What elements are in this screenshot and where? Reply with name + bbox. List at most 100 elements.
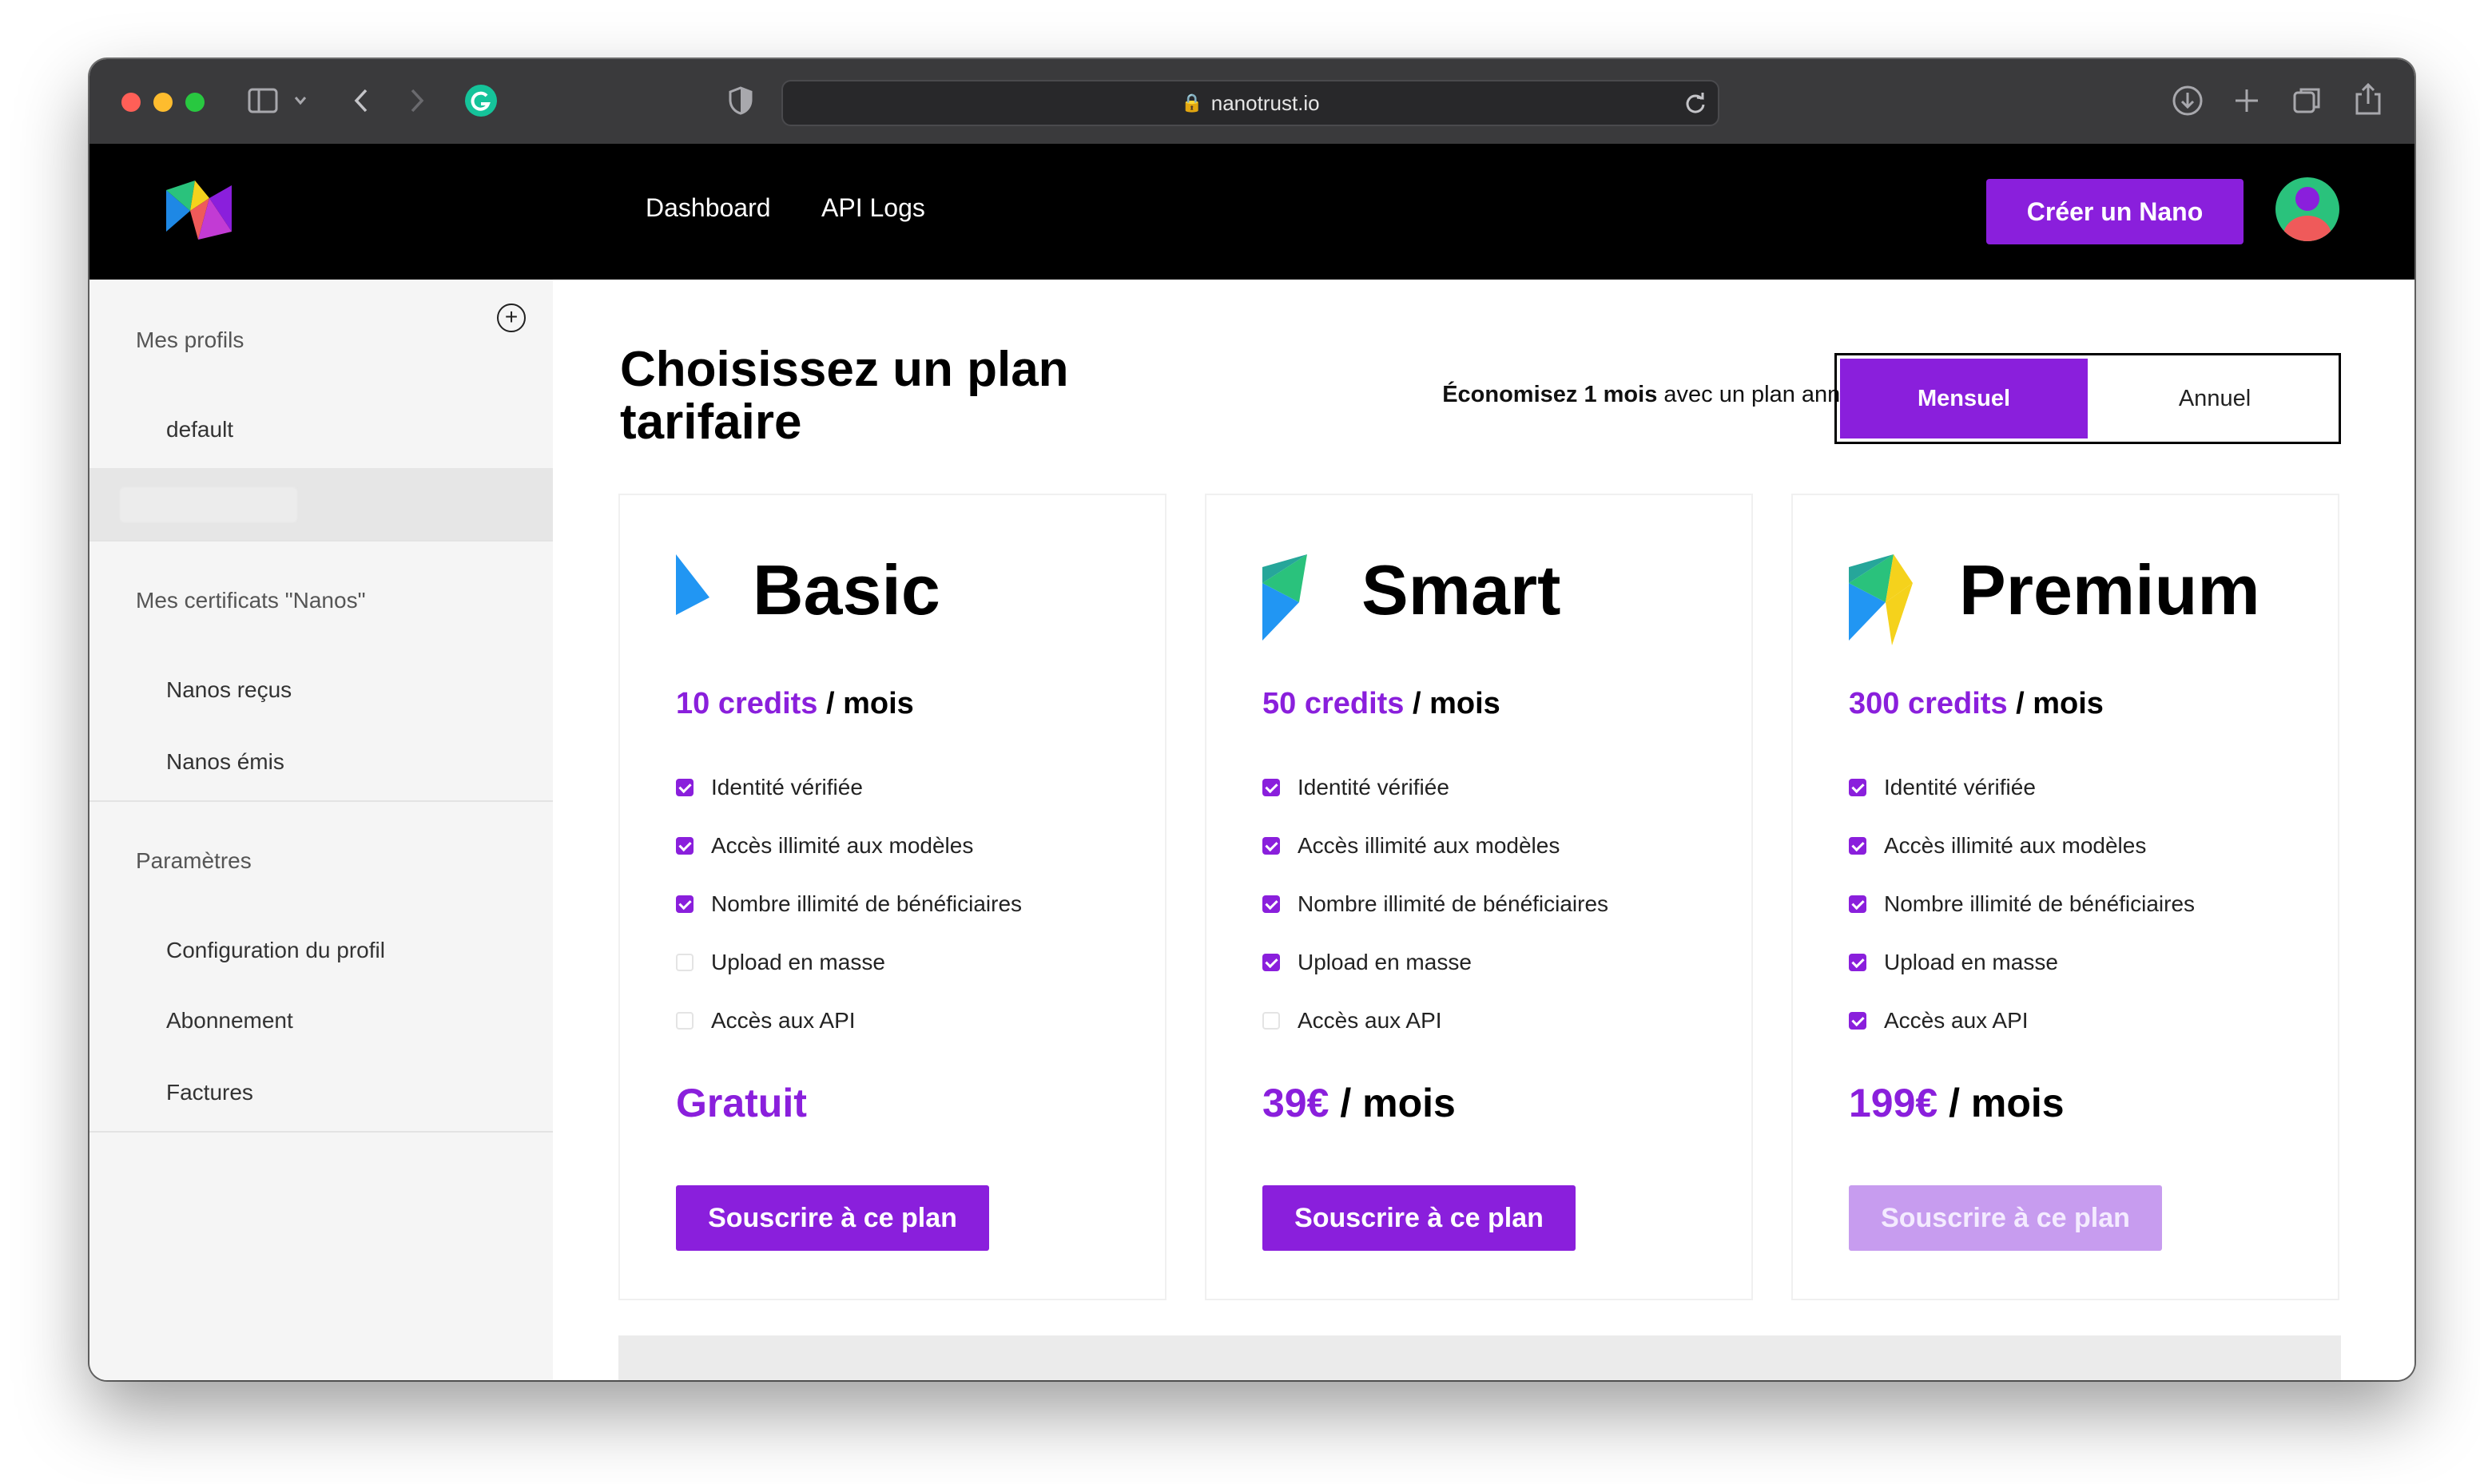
bottom-section-edge: [618, 1335, 2341, 1380]
feature-item: Identité vérifiée: [676, 775, 863, 800]
savings-bold: Économisez 1 mois: [1442, 382, 1658, 407]
plan-price: 199€ / mois: [1849, 1080, 2065, 1126]
avatar-head: [2295, 187, 2319, 211]
feature-label: Accès aux API: [711, 1008, 856, 1033]
toggle-yearly[interactable]: Annuel: [2091, 359, 2339, 438]
lock-icon: 🔒: [1181, 93, 1203, 113]
plan-card-premium: Premium 300 credits / mois Identité véri…: [1791, 494, 2339, 1300]
checked-checkbox-icon: [1849, 895, 1866, 913]
smart-plan-icon: [1262, 554, 1307, 641]
feature-label: Upload en masse: [711, 950, 885, 974]
checked-checkbox-icon: [1849, 837, 1866, 855]
nanotrust-logo[interactable]: [163, 176, 235, 243]
feature-label: Accès aux API: [1884, 1008, 2029, 1033]
sidebar-section-settings: Paramètres: [136, 848, 252, 873]
feature-item: Upload en masse: [1262, 950, 1472, 975]
browser-window: 🔒 nanotrust.io Dashboard API Logs Créer …: [89, 59, 2414, 1380]
credits-amount: 10 credits: [676, 687, 818, 720]
sidebar-item-profile-config[interactable]: Configuration du profil: [166, 938, 385, 963]
feature-item: Accès aux API: [676, 1008, 856, 1034]
sidebar-section-certificates: Mes certificats "Nanos": [136, 588, 366, 613]
feature-label: Identité vérifiée: [1298, 775, 1449, 800]
feature-item: Accès aux API: [1849, 1008, 2029, 1034]
feature-item: Upload en masse: [1849, 950, 2058, 975]
feature-item: Accès illimité aux modèles: [1849, 833, 2146, 859]
basic-plan-icon: [676, 554, 709, 615]
chevron-down-icon[interactable]: [294, 96, 307, 105]
nav-dashboard[interactable]: Dashboard: [646, 193, 771, 223]
shield-icon[interactable]: [729, 86, 753, 115]
feature-label: Accès illimité aux modèles: [711, 833, 974, 858]
price-amount: Gratuit: [676, 1081, 807, 1125]
checked-checkbox-icon: [1262, 895, 1280, 913]
reload-icon[interactable]: [1684, 92, 1707, 114]
plan-name: Basic: [753, 550, 940, 629]
plan-card-smart: Smart 50 credits / mois Identité vérifié…: [1205, 494, 1753, 1300]
sidebar-item-subscription[interactable]: Abonnement: [166, 1008, 293, 1034]
credits-per: / mois: [1404, 687, 1500, 720]
zoom-window-button[interactable]: [185, 93, 205, 112]
minimize-window-button[interactable]: [153, 93, 173, 112]
divider: [89, 540, 553, 542]
billing-toggle: Mensuel Annuel: [1834, 353, 2341, 444]
feature-item: Nombre illimité de bénéficiaires: [676, 891, 1022, 917]
price-suffix: / mois: [1938, 1081, 2065, 1125]
subscribe-button-smart[interactable]: Souscrire à ce plan: [1262, 1185, 1576, 1251]
feature-label: Accès illimité aux modèles: [1884, 833, 2147, 858]
plan-credits: 50 credits / mois: [1262, 687, 1500, 721]
feature-item: Accès illimité aux modèles: [1262, 833, 1560, 859]
forward-icon[interactable]: [409, 88, 425, 113]
feature-label: Identité vérifiée: [1884, 775, 2036, 800]
subscribe-button-basic[interactable]: Souscrire à ce plan: [676, 1185, 989, 1251]
close-window-button[interactable]: [121, 93, 141, 112]
sidebar-item-nanos-received[interactable]: Nanos reçus: [166, 677, 292, 703]
nav-api-logs[interactable]: API Logs: [821, 193, 925, 223]
sidebar: Mes profils + default Mes certificats "N…: [89, 280, 553, 1380]
sidebar-item-selected-profile[interactable]: [89, 468, 553, 540]
create-nano-button[interactable]: Créer un Nano: [1986, 179, 2244, 244]
new-tab-icon[interactable]: [2232, 86, 2261, 115]
feature-label: Upload en masse: [1884, 950, 2058, 974]
feature-label: Accès aux API: [1298, 1008, 1442, 1033]
checked-checkbox-icon: [676, 837, 694, 855]
blurred-profile-name: [120, 487, 297, 522]
sidebar-item-invoices[interactable]: Factures: [166, 1080, 253, 1105]
unchecked-checkbox-icon: [676, 1012, 694, 1030]
price-amount: 199€: [1849, 1081, 1938, 1125]
sidebar-section-profiles: Mes profils: [136, 327, 244, 352]
unchecked-checkbox-icon: [676, 954, 694, 971]
checked-checkbox-icon: [676, 779, 694, 796]
premium-plan-icon: [1849, 554, 1913, 645]
plan-name: Smart: [1361, 550, 1561, 629]
feature-label: Nombre illimité de bénéficiaires: [1884, 891, 2196, 916]
plan-price: 39€ / mois: [1262, 1080, 1456, 1126]
user-avatar[interactable]: [2275, 177, 2339, 241]
avatar-body: [2283, 216, 2331, 241]
tab-overview-icon[interactable]: [2291, 85, 2323, 117]
sidebar-item-nanos-issued[interactable]: Nanos émis: [166, 749, 284, 775]
sidebar-item-default[interactable]: default: [166, 417, 233, 442]
add-profile-icon[interactable]: +: [497, 304, 526, 332]
feature-item: Upload en masse: [676, 950, 885, 975]
feature-label: Nombre illimité de bénéficiaires: [1298, 891, 1609, 916]
credits-per: / mois: [817, 687, 914, 720]
share-icon[interactable]: [2354, 81, 2383, 117]
grammarly-extension-icon[interactable]: [463, 83, 499, 118]
price-amount: 39€: [1262, 1081, 1329, 1125]
sidebar-toggle-icon[interactable]: [248, 88, 278, 113]
feature-label: Nombre illimité de bénéficiaires: [711, 891, 1023, 916]
checked-checkbox-icon: [1849, 1012, 1866, 1030]
main-content: Choisissez un plan tarifaire Économisez …: [553, 280, 2414, 1380]
address-bar[interactable]: 🔒 nanotrust.io: [781, 80, 1719, 126]
checked-checkbox-icon: [1262, 779, 1280, 796]
price-suffix: / mois: [1329, 1081, 1456, 1125]
download-icon[interactable]: [2172, 85, 2204, 117]
plan-price: Gratuit: [676, 1080, 807, 1126]
feature-item: Nombre illimité de bénéficiaires: [1849, 891, 2195, 917]
plan-credits: 300 credits / mois: [1849, 687, 2104, 721]
feature-label: Identité vérifiée: [711, 775, 863, 800]
checked-checkbox-icon: [1262, 837, 1280, 855]
toggle-monthly[interactable]: Mensuel: [1840, 359, 2088, 438]
back-icon[interactable]: [353, 88, 369, 113]
subscribe-button-premium[interactable]: Souscrire à ce plan: [1849, 1185, 2162, 1251]
